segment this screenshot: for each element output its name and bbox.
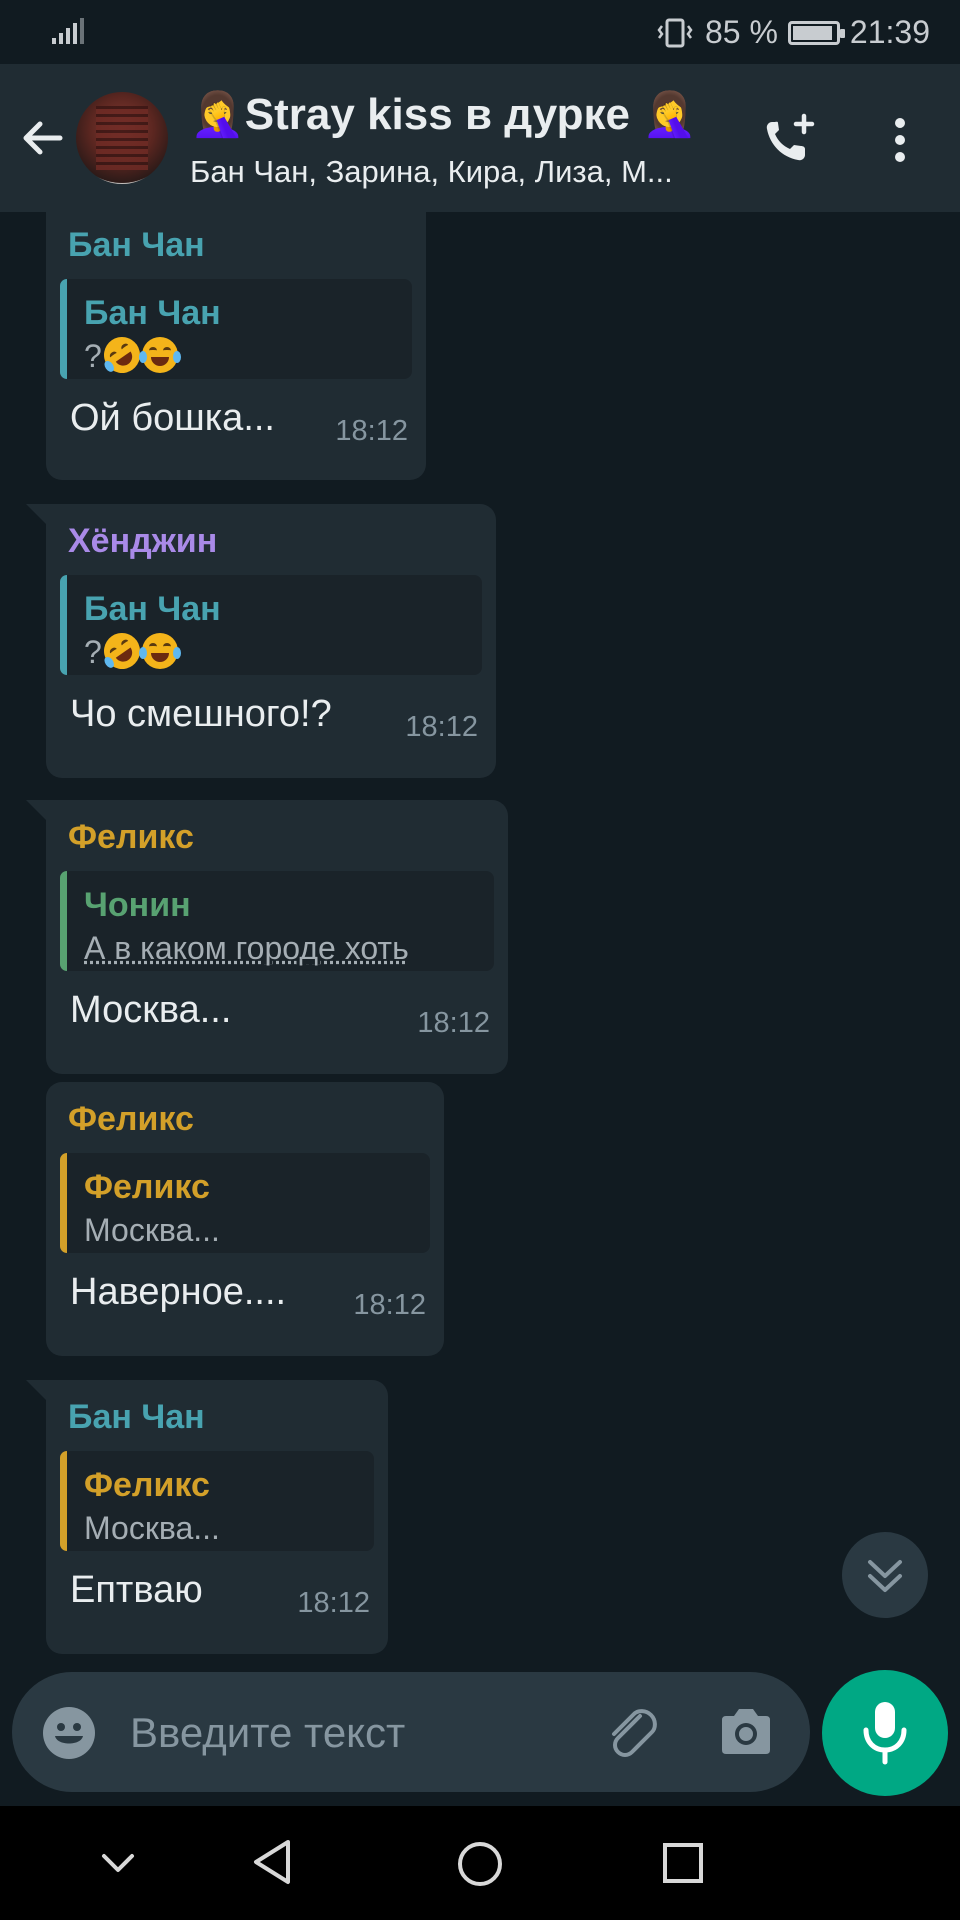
more-vert-icon[interactable] xyxy=(888,116,912,164)
message-time: 18:12 xyxy=(353,1289,426,1321)
microphone-icon xyxy=(863,1702,907,1765)
paperclip-icon[interactable] xyxy=(600,1702,660,1762)
recents-nav-icon[interactable] xyxy=(662,1842,704,1884)
chat-title-text: Stray kiss в дурке xyxy=(244,90,630,139)
hide-keyboard-icon[interactable] xyxy=(98,1848,138,1878)
facepalm-emoji-icon: 🤦‍♀️ xyxy=(190,90,245,139)
system-navigation-bar xyxy=(0,1806,960,1920)
quoted-text: ? xyxy=(84,629,466,675)
message-sender: Феликс xyxy=(68,818,194,856)
quoted-sender: Бан Чан xyxy=(84,294,221,332)
message-bubble[interactable]: Феликс Чонин А в каком городе хоть Москв… xyxy=(26,800,508,1074)
quoted-message[interactable]: Бан Чан ? xyxy=(60,575,482,675)
emoji-icon[interactable] xyxy=(42,1706,96,1760)
status-bar: 85 % 21:39 xyxy=(0,0,960,64)
message-text: Чо смешного!? xyxy=(70,693,332,735)
quoted-text: Москва... xyxy=(84,1510,220,1546)
message-time: 18:12 xyxy=(417,1007,490,1039)
message-sender: Феликс xyxy=(68,1100,194,1138)
chat-members[interactable]: Бан Чан, Зарина, Кира, Лиза, М... xyxy=(190,154,730,190)
add-call-icon[interactable] xyxy=(760,112,820,168)
quoted-sender: Феликс xyxy=(84,1168,210,1206)
quoted-sender: Бан Чан xyxy=(84,590,221,628)
message-bubble[interactable]: Бан Чан Феликс Москва... Ептваю 18:12 xyxy=(26,1380,388,1654)
message-time: 18:12 xyxy=(335,415,408,447)
battery-percent: 85 % xyxy=(704,14,778,50)
message-bubble[interactable]: Хёнджин Бан Чан ? Чо смешного!? 18:12 xyxy=(26,504,496,778)
group-avatar[interactable] xyxy=(76,92,168,184)
quoted-text: А в каком городе хоть xyxy=(84,930,409,966)
vibrate-icon xyxy=(657,18,693,47)
quoted-sender: Чонин xyxy=(84,886,191,924)
message-sender: Хёнджин xyxy=(68,522,218,560)
message-sender: Бан Чан xyxy=(68,226,205,264)
double-chevron-down-icon xyxy=(868,1560,902,1592)
message-text: Ой бошка... xyxy=(70,397,275,439)
quoted-message[interactable]: Феликс Москва... xyxy=(60,1153,430,1253)
message-time: 18:12 xyxy=(405,711,478,743)
back-arrow-icon[interactable] xyxy=(18,114,66,162)
message-sender: Бан Чан xyxy=(68,1398,205,1436)
quoted-message[interactable]: Чонин А в каком городе хоть xyxy=(60,871,494,971)
message-text: Наверное.... xyxy=(70,1271,287,1313)
message-bubble[interactable]: Феликс Феликс Москва... Наверное.... 18:… xyxy=(46,1082,444,1356)
tears-of-joy-emoji-icon xyxy=(138,633,181,669)
message-bubble[interactable]: Бан Чан Бан Чан ? Ой бошка... 18:12 xyxy=(46,212,426,480)
message-text: Ептваю xyxy=(70,1569,203,1611)
clock: 21:39 xyxy=(849,14,930,50)
quoted-text: ? xyxy=(84,333,396,379)
quoted-message[interactable]: Бан Чан ? xyxy=(60,279,412,379)
voice-message-button[interactable] xyxy=(822,1670,948,1796)
home-nav-icon[interactable] xyxy=(456,1840,504,1888)
scroll-to-bottom-button[interactable] xyxy=(842,1532,928,1618)
battery-icon xyxy=(787,20,845,45)
camera-icon[interactable] xyxy=(718,1706,774,1758)
message-text: Москва... xyxy=(70,989,232,1031)
message-composer xyxy=(12,1672,810,1792)
chat-header: 🤦‍♀️Stray kiss в дурке 🤦‍♀️ Бан Чан, Зар… xyxy=(0,64,960,212)
message-time: 18:12 xyxy=(297,1587,370,1619)
signal-icon xyxy=(52,18,84,44)
tears-of-joy-emoji-icon xyxy=(138,337,181,373)
back-nav-icon[interactable] xyxy=(250,1838,294,1886)
quoted-message[interactable]: Феликс Москва... xyxy=(60,1451,374,1551)
facepalm-emoji-icon: 🤦‍♀️ xyxy=(642,90,697,139)
quoted-text: Москва... xyxy=(84,1212,220,1248)
chat-title[interactable]: 🤦‍♀️Stray kiss в дурке 🤦‍♀️ xyxy=(190,88,697,140)
quoted-sender: Феликс xyxy=(84,1466,210,1504)
message-input[interactable] xyxy=(128,1702,462,1764)
